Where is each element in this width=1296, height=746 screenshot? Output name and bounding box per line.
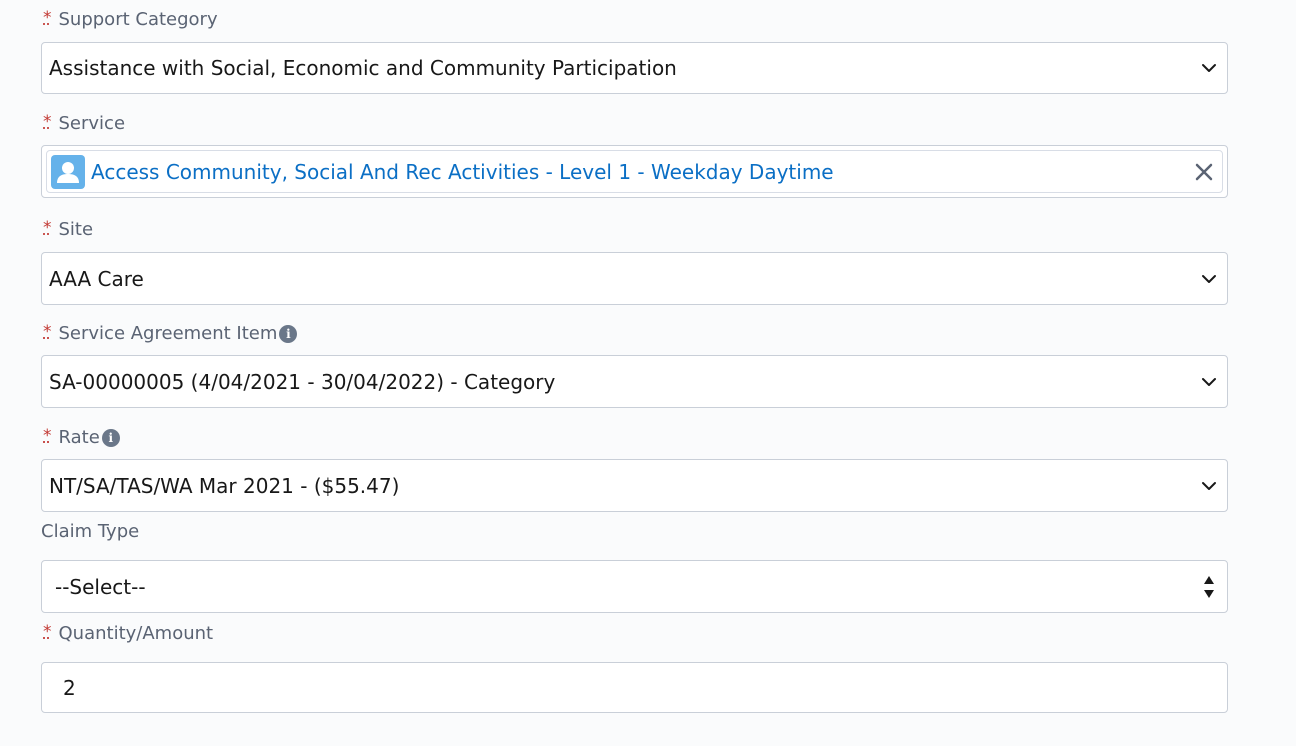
info-icon[interactable]: i (101, 429, 120, 447)
service-agreement-item-select[interactable]: SA-00000005 (4/04/2021 - 30/04/2022) - C… (41, 355, 1228, 408)
support-category-label-text: Support Category (58, 9, 218, 30)
claim-type-label: Claim Type (41, 520, 139, 544)
user-icon (51, 155, 85, 189)
required-marker: * (43, 8, 52, 28)
service-label: * Service (41, 112, 125, 136)
support-category-value: Assistance with Social, Economic and Com… (49, 56, 677, 80)
required-marker: * (43, 112, 52, 132)
service-lookup[interactable]: Access Community, Social And Rec Activit… (41, 145, 1228, 198)
rate-select[interactable]: NT/SA/TAS/WA Mar 2021 - ($55.47) (41, 459, 1228, 512)
service-agreement-item-value: SA-00000005 (4/04/2021 - 30/04/2022) - C… (49, 369, 556, 394)
rate-value: NT/SA/TAS/WA Mar 2021 - ($55.47) (49, 473, 400, 498)
required-marker: * (43, 622, 52, 642)
site-value: AAA Care (49, 266, 144, 291)
support-category-label: * Support Category (41, 8, 218, 32)
quantity-amount-input[interactable]: 2 (41, 662, 1228, 713)
required-marker: * (43, 426, 52, 446)
chevron-down-icon (1202, 274, 1216, 283)
support-category-select[interactable]: Assistance with Social, Economic and Com… (41, 42, 1228, 94)
claim-type-select[interactable]: --Select-- (41, 560, 1228, 613)
service-agreement-item-label-text: Service Agreement Item (58, 323, 278, 344)
site-select[interactable]: AAA Care (41, 252, 1228, 305)
service-booking-form: * Support Category Assistance with Socia… (0, 0, 1296, 746)
site-label: * Site (41, 218, 93, 242)
chevron-down-icon (1202, 377, 1216, 386)
service-label-text: Service (58, 113, 126, 134)
service-selected-pill[interactable]: Access Community, Social And Rec Activit… (46, 150, 1223, 193)
claim-type-label-text: Claim Type (41, 521, 140, 542)
chevron-down-icon (1202, 64, 1216, 72)
required-marker: * (43, 218, 52, 238)
sort-arrows-icon (1204, 575, 1214, 598)
close-icon[interactable] (1194, 162, 1214, 182)
required-marker: * (43, 322, 52, 342)
chevron-down-icon (1202, 481, 1216, 490)
quantity-amount-value[interactable]: 2 (63, 663, 76, 712)
service-value[interactable]: Access Community, Social And Rec Activit… (91, 151, 834, 192)
info-icon[interactable]: i (279, 325, 298, 343)
quantity-amount-label-text: Quantity/Amount (58, 623, 214, 644)
site-label-text: Site (58, 219, 94, 240)
rate-label-text: Rate (58, 427, 100, 448)
rate-label: * Rate i (41, 426, 120, 450)
quantity-amount-label: * Quantity/Amount (41, 622, 213, 646)
service-agreement-item-label: * Service Agreement Item i (41, 322, 298, 346)
claim-type-value: --Select-- (55, 574, 146, 599)
